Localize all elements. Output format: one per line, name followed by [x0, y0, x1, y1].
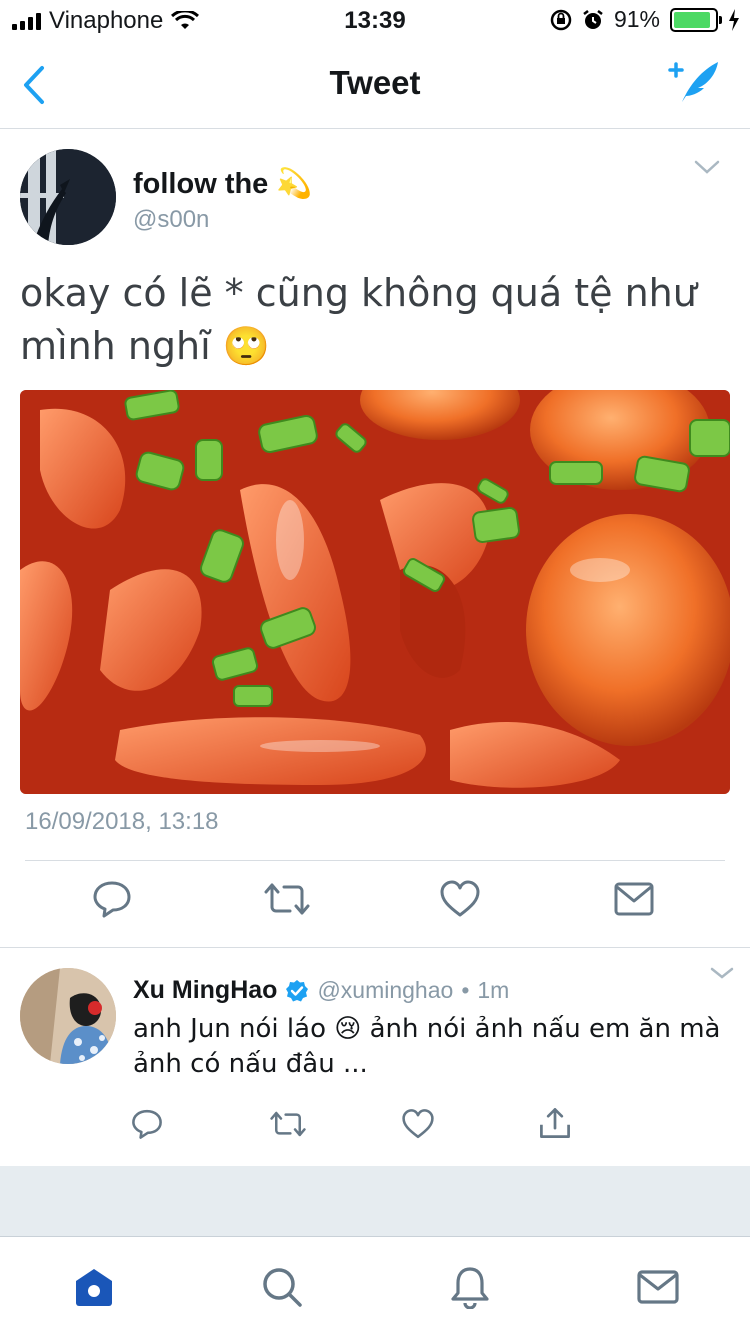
display-name-text: follow the [133, 167, 269, 200]
battery-fill [674, 11, 711, 28]
timeline-spacer [0, 1166, 750, 1236]
reply-text: anh Jun nói láo 😢 ảnh nói ảnh nấu em ăn … [133, 1014, 721, 1079]
reply-header: Xu MingHao @xuminghao • 1m [133, 976, 509, 1005]
message-icon[interactable] [614, 879, 654, 919]
reply-actions [0, 1108, 750, 1148]
rotation-lock-icon [550, 9, 572, 30]
page-title: Tweet [329, 64, 421, 101]
display-name[interactable]: Xu MingHao [133, 976, 277, 1005]
reply-icon[interactable] [131, 1108, 163, 1140]
battery-percent: 91% [613, 6, 660, 32]
home-icon[interactable] [72, 1265, 116, 1309]
tweet-photo[interactable] [20, 390, 730, 794]
status-bar: Vinaphone 13:39 91% [0, 0, 750, 40]
share-icon[interactable] [538, 1106, 572, 1140]
retweet-icon[interactable] [270, 1108, 306, 1140]
chevron-down-icon[interactable] [710, 966, 734, 980]
separator-dot: • [461, 977, 470, 1003]
display-name[interactable]: follow the 💫 [133, 167, 312, 201]
verified-badge-icon [286, 979, 309, 1001]
user-handle[interactable]: @xuminghao [317, 977, 453, 1004]
like-icon[interactable] [440, 879, 480, 919]
battery-icon [670, 7, 722, 32]
name-emoji: 💫 [276, 168, 313, 200]
chevron-down-icon[interactable] [694, 159, 720, 175]
relative-time: 1m [477, 977, 510, 1003]
charging-icon [729, 8, 739, 31]
avatar[interactable] [20, 149, 116, 245]
retweet-icon[interactable] [264, 879, 310, 919]
like-icon[interactable] [402, 1108, 434, 1140]
compose-tweet-icon[interactable] [668, 58, 722, 108]
search-icon[interactable] [260, 1265, 304, 1309]
reply-icon[interactable] [92, 879, 132, 919]
tweet-timestamp: 16/09/2018, 13:18 [25, 808, 219, 835]
tweet-actions [0, 879, 750, 929]
tab-bar [0, 1236, 750, 1334]
user-handle[interactable]: @s00n [133, 206, 209, 234]
divider [25, 860, 725, 861]
alarm-icon [583, 9, 603, 29]
status-right: 91% [550, 6, 740, 33]
reply-tweet[interactable]: Xu MingHao @xuminghao • 1m anh Jun nói l… [0, 948, 750, 1166]
avatar[interactable] [20, 968, 116, 1064]
messages-icon[interactable] [636, 1265, 680, 1309]
notifications-icon[interactable] [448, 1265, 492, 1309]
tweet-text: okay có lẽ * cũng không quá tệ như mình … [20, 271, 697, 368]
navigation-bar: Tweet [0, 40, 750, 129]
